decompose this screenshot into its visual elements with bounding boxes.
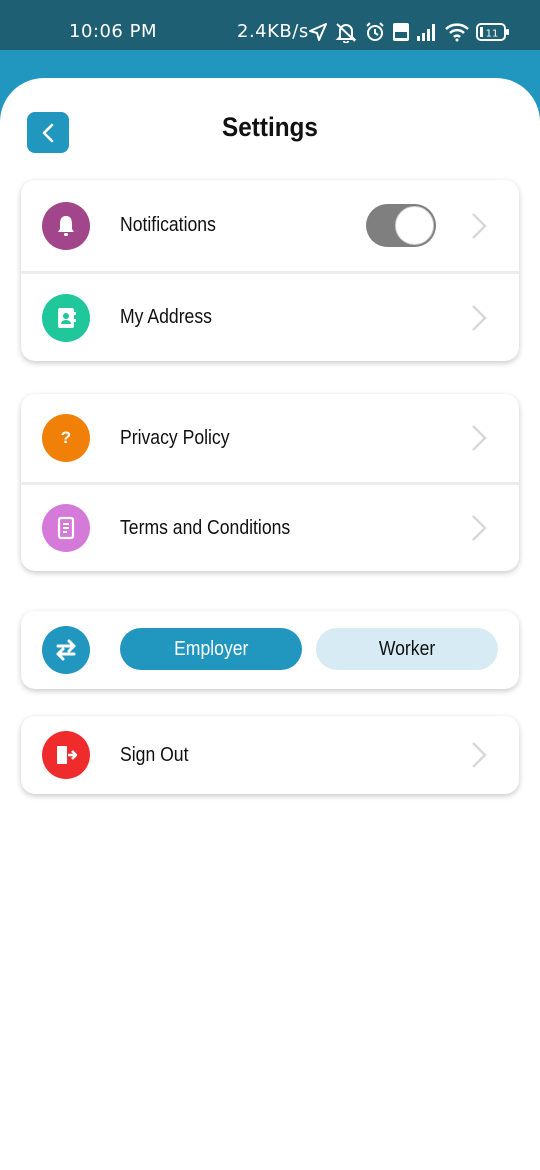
question-icon: ? <box>42 414 90 462</box>
chevron-right-icon <box>472 742 487 768</box>
signal-icon <box>417 24 435 41</box>
worker-button[interactable]: Worker <box>316 628 498 670</box>
employer-label: Employer <box>173 637 249 660</box>
bell-icon <box>42 201 90 250</box>
battery-icon: 11 <box>476 23 509 41</box>
contact-book-icon <box>42 293 90 342</box>
question-glyph: ? <box>60 428 72 447</box>
network-speed: 2.4KB/s <box>237 21 309 42</box>
page-title: Settings <box>222 112 318 142</box>
volte-icon <box>393 23 409 41</box>
terms-row[interactable]: Terms and Conditions <box>21 482 519 571</box>
status-bar: 10:06 PM 2.4KB/s 11 <box>0 0 540 50</box>
sign-out-label: Sign Out <box>120 743 189 766</box>
battery-level: 11 <box>486 29 499 40</box>
privacy-policy-label: Privacy Policy <box>120 426 230 449</box>
chevron-right-icon <box>472 515 487 541</box>
preferences-card: Notifications My Address <box>21 180 519 361</box>
chevron-right-icon <box>472 212 487 239</box>
location-arrow-icon <box>309 23 327 41</box>
privacy-policy-row[interactable]: ? Privacy Policy <box>21 394 519 482</box>
alarm-icon <box>366 22 384 41</box>
chevron-right-icon <box>472 304 487 331</box>
status-time: 10:06 PM <box>69 21 157 42</box>
notifications-label: Notifications <box>120 214 216 236</box>
toggle-knob <box>395 206 434 245</box>
worker-label: Worker <box>378 637 436 660</box>
wifi-icon <box>445 23 469 42</box>
chevron-right-icon <box>472 425 487 451</box>
notifications-row[interactable]: Notifications <box>21 180 519 271</box>
muted-bell-icon <box>335 23 357 43</box>
document-icon <box>42 504 90 552</box>
my-address-row[interactable]: My Address <box>21 271 519 361</box>
notifications-toggle[interactable] <box>366 204 436 247</box>
legal-card: ? Privacy Policy Terms and Conditions <box>21 394 519 571</box>
sign-out-row[interactable]: Sign Out <box>21 716 519 794</box>
role-switch-card: Employer Worker <box>21 611 519 689</box>
exit-door-icon <box>42 731 90 779</box>
status-icons: 11 <box>308 18 510 46</box>
swap-arrows-icon <box>42 626 90 674</box>
terms-label: Terms and Conditions <box>120 516 291 539</box>
my-address-label: My Address <box>120 306 212 328</box>
sign-out-card: Sign Out <box>21 716 519 794</box>
employer-button[interactable]: Employer <box>120 628 302 670</box>
